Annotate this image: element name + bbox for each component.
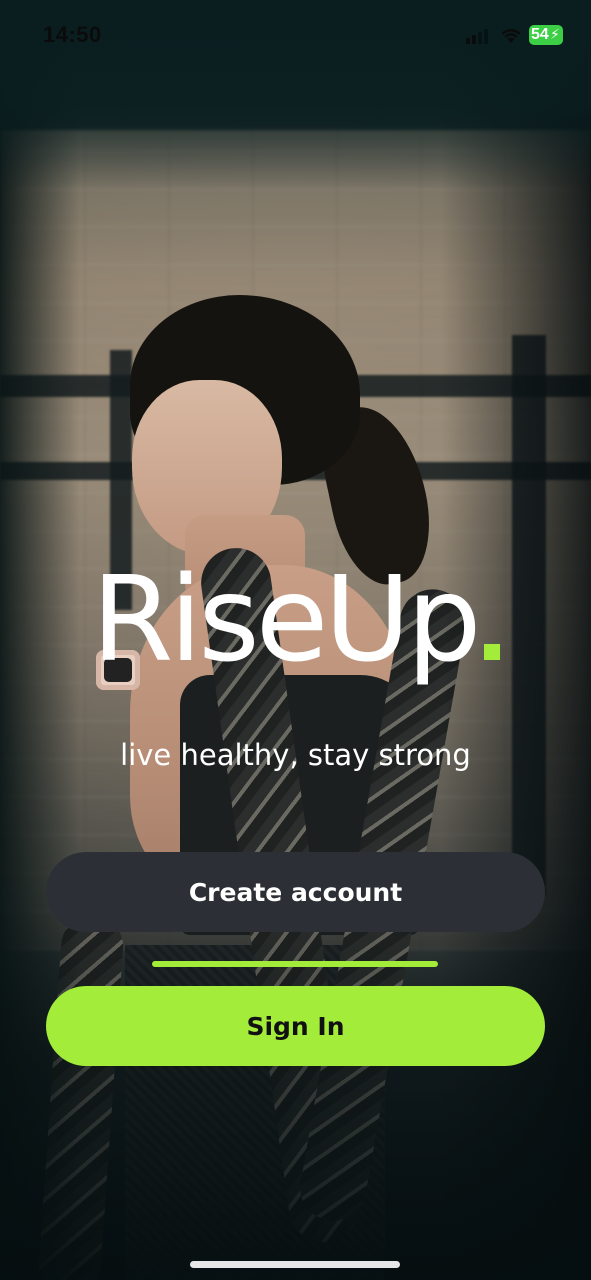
- brand-dot: [483, 644, 500, 660]
- brand-logo: RiseUp: [0, 560, 591, 678]
- create-account-button[interactable]: Create account: [46, 852, 545, 932]
- app-name: RiseUp: [91, 550, 481, 688]
- status-bar: 14:50 54 ⚡: [0, 0, 591, 70]
- charging-bolt-icon: ⚡: [550, 27, 560, 43]
- status-time: 14:50: [43, 22, 102, 47]
- accent-divider: [152, 961, 438, 967]
- bottom-shade: [0, 900, 591, 1280]
- tagline: live healthy, stay strong: [120, 738, 471, 772]
- battery-level: 54: [531, 26, 549, 43]
- sign-in-button[interactable]: Sign In: [46, 986, 545, 1066]
- signal-icon: [466, 28, 492, 44]
- home-indicator[interactable]: [190, 1261, 400, 1268]
- welcome-screen: 14:50 54 ⚡ RiseUp live healthy, stay str…: [0, 0, 591, 1280]
- wifi-icon: [501, 29, 521, 43]
